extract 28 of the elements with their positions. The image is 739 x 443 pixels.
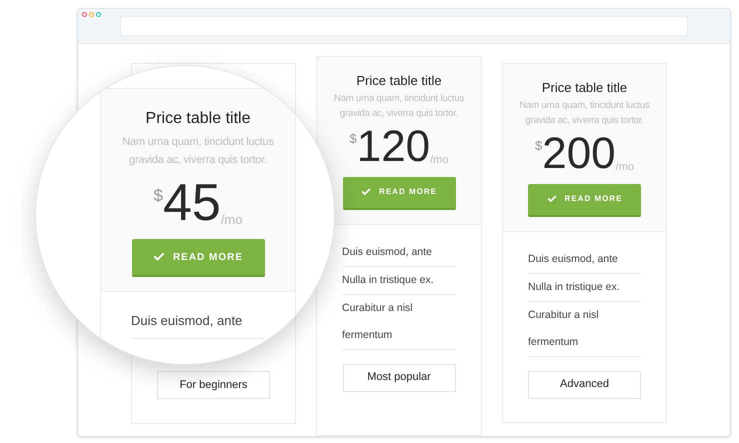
- card-title: Price table title: [542, 79, 628, 97]
- feature-item: Curabitur a nisl fermentum: [342, 294, 456, 350]
- price-amount: 120: [356, 124, 430, 168]
- currency-symbol: $: [154, 185, 163, 207]
- plan-button[interactable]: For beginners: [157, 371, 270, 399]
- check-icon: [546, 194, 557, 204]
- plan-button[interactable]: Advanced: [528, 370, 641, 398]
- feature-item: Duis euismod, ante: [342, 238, 456, 266]
- card-description: Nam urna quam, tincidunt luctus gravida ac, viverra quis tortor.: [518, 98, 651, 128]
- card-description: Nam urna quam, tincidunt luctus gravida ac, viverra quis tortor.: [332, 92, 466, 120]
- price-amount: 200: [542, 132, 616, 176]
- check-icon: [361, 187, 372, 197]
- feature-item: Duis euismod, ante: [528, 246, 641, 274]
- card-title: Price table title: [356, 72, 442, 90]
- feature-item: Duis euismod, ante: [131, 304, 265, 339]
- price-period: /mo: [220, 210, 242, 228]
- currency-symbol: $: [535, 136, 542, 154]
- check-icon: [152, 251, 165, 263]
- card-title: Price table title: [146, 109, 250, 129]
- feature-item: Nulla in tristique ex.: [528, 274, 641, 302]
- currency-symbol: $: [350, 130, 357, 148]
- card-description: Nam urna quam, tincidunt luctus gravida ac, viverra quis tortor.: [121, 135, 275, 168]
- price-amount: 45: [162, 177, 221, 229]
- feature-item: Curabitur a nisl fermentum: [528, 302, 641, 356]
- feature-item: Nulla in tristique ex.: [342, 266, 456, 294]
- plan-button[interactable]: Most popular: [342, 364, 456, 392]
- price-period: /mo: [616, 160, 634, 175]
- price-period: /mo: [430, 153, 448, 168]
